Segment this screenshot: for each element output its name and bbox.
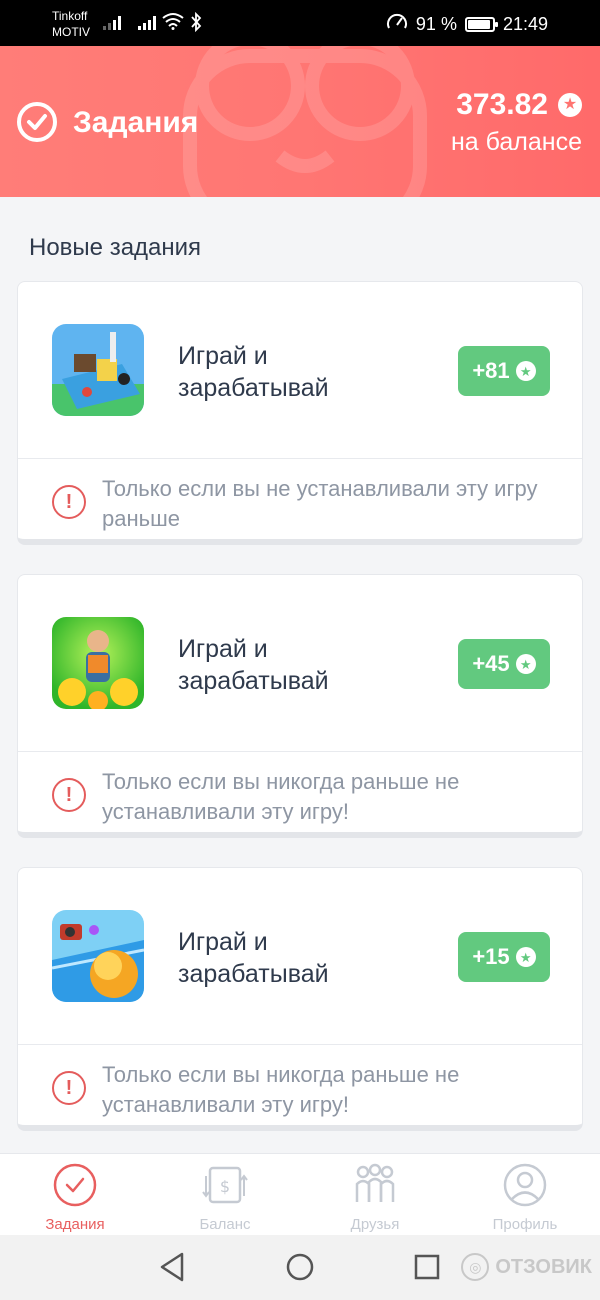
- balance-amount: 373.82: [456, 88, 548, 121]
- mascot-watermark-icon: [183, 46, 427, 197]
- signal-1-icon: [103, 14, 121, 30]
- svg-text:$: $: [220, 1177, 230, 1196]
- carrier-name: Tinkoff: [52, 9, 88, 23]
- star-coin-icon: ★: [515, 654, 536, 674]
- check-circle-icon: [53, 1163, 97, 1207]
- bluetooth-icon: [190, 11, 202, 37]
- star-coin-icon: ★: [558, 93, 582, 117]
- app-header: Задания 373.82 ★ на балансе: [0, 46, 600, 197]
- task-title: Играй и зарабатывай: [178, 342, 329, 402]
- system-navigation-bar: ◎ ОТЗОВИК: [0, 1235, 600, 1300]
- game-ball-icon: [52, 910, 144, 1002]
- game-boat-icon: [52, 324, 144, 416]
- task-card[interactable]: Играй и зарабатывай +81 ★ ! Только если …: [17, 281, 583, 545]
- task-title: Играй и зарабатывай: [178, 635, 329, 695]
- reward-button[interactable]: +81 ★: [458, 346, 550, 396]
- speed-icon: [386, 12, 408, 37]
- task-note: Только если вы никогда раньше не устанав…: [102, 769, 460, 824]
- watermark-text: ОТЗОВИК: [495, 1255, 592, 1278]
- star-coin-icon: ★: [515, 361, 536, 381]
- balance-display[interactable]: 373.82 ★ на балансе: [451, 88, 582, 157]
- reward-amount: +81: [472, 358, 510, 383]
- game-worker-icon: [52, 617, 144, 709]
- carrier-info: Tinkoff MOTIV: [52, 8, 90, 40]
- task-title: Играй и зарабатывай: [178, 928, 329, 988]
- warning-icon: !: [52, 778, 86, 812]
- divider: [18, 458, 582, 459]
- warning-icon: !: [52, 1071, 86, 1105]
- wallet-transfer-icon: $: [202, 1166, 248, 1204]
- battery-percent: 91 %: [415, 14, 457, 34]
- task-note: Только если вы не устанавливали эту игру…: [102, 476, 538, 531]
- reward-button[interactable]: +45 ★: [458, 639, 550, 689]
- recents-button[interactable]: [413, 1251, 441, 1283]
- nav-label: Профиль: [492, 1216, 558, 1233]
- status-right: 91 % 21:49: [386, 12, 548, 37]
- clock: 21:49: [502, 14, 548, 34]
- divider: [18, 751, 582, 752]
- star-coin-icon: ★: [515, 947, 536, 967]
- task-card[interactable]: Играй и зарабатывай +15 ★ ! Только если …: [17, 867, 583, 1131]
- task-note: Только если вы никогда раньше не устанав…: [102, 1062, 460, 1117]
- nav-item-balance[interactable]: $ Баланс: [150, 1154, 300, 1235]
- section-title: Новые задания: [29, 234, 202, 261]
- signal-2-icon: [138, 14, 156, 30]
- back-button[interactable]: [158, 1251, 186, 1283]
- nav-label: Баланс: [199, 1216, 251, 1233]
- reward-button[interactable]: +15 ★: [458, 932, 550, 982]
- home-button[interactable]: [285, 1251, 315, 1283]
- nav-label: Задания: [45, 1216, 105, 1233]
- status-bar: Tinkoff MOTIV 91 % 21:49: [0, 0, 600, 46]
- check-circle-icon: [17, 102, 57, 142]
- page-title: Задания: [73, 106, 199, 139]
- reward-amount: +15: [472, 944, 510, 969]
- watermark-logo-icon: ◎: [461, 1253, 490, 1281]
- balance-label: на балансе: [450, 128, 582, 156]
- reward-amount: +45: [472, 651, 510, 676]
- friends-icon: [355, 1163, 395, 1202]
- task-card[interactable]: Играй и зарабатывай +45 ★ ! Только если …: [17, 574, 583, 838]
- nav-item-friends[interactable]: Друзья: [300, 1154, 450, 1235]
- warning-icon: !: [52, 485, 86, 519]
- site-watermark: ◎ ОТЗОВИК: [461, 1253, 592, 1281]
- divider: [18, 1044, 582, 1045]
- nav-label: Друзья: [350, 1216, 400, 1233]
- nav-item-profile[interactable]: Профиль: [450, 1154, 600, 1235]
- battery-icon: [464, 17, 498, 32]
- bottom-navigation: Задания $ Баланс Друзья Профиль: [0, 1153, 600, 1235]
- wifi-icon: [162, 12, 184, 35]
- carrier-network: MOTIV: [52, 25, 90, 39]
- profile-icon: [503, 1163, 547, 1207]
- nav-item-tasks[interactable]: Задания: [0, 1154, 150, 1235]
